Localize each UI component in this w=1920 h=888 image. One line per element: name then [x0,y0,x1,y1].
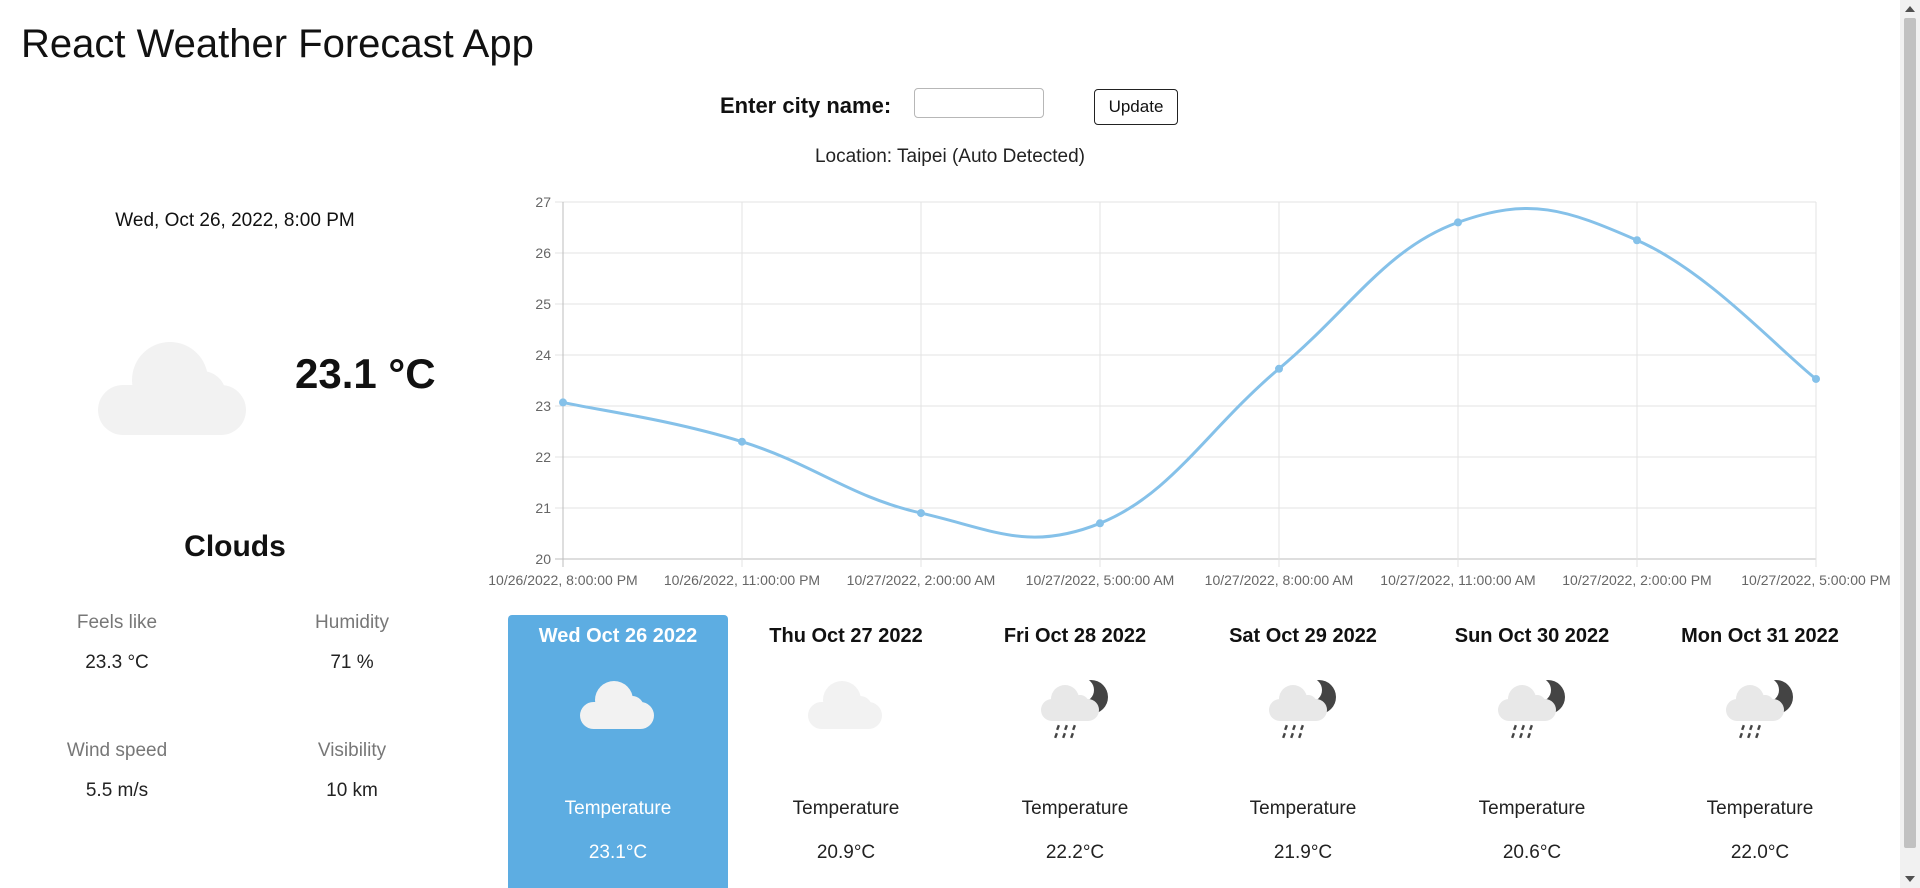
forecast-temperature-label: Temperature [1478,798,1586,819]
forecast-temperature-label: Temperature [1706,798,1814,819]
forecast-temperature-value: 22.0°C [1730,842,1790,863]
temperature-data-point [1633,236,1641,245]
cloud-icon [806,675,886,736]
temperature-data-point [738,437,746,446]
temperature-chart: 20 21 22 23 24 25 26 27 10/26/2022, 8:00:00 PM 10… [0,0,1900,605]
temperature-data-point [1275,364,1283,373]
stat-value: 71 % [330,652,374,673]
forecast-day-card[interactable]: Mon Oct 31 2022 Temperature 22.0°C [1650,615,1870,888]
forecast-temperature-value: 20.6°C [1502,842,1562,863]
night-rain-icon [1492,675,1572,750]
forecast-temperature-value: 22.2°C [1045,842,1105,863]
temperature-data-point [1454,218,1462,227]
x-tick-label: 10/27/2022, 8:00:00 AM [1205,572,1354,588]
forecast-temperature-label: Temperature [792,798,900,819]
stat-label: Wind speed [66,740,168,761]
y-tick-label: 23 [535,398,551,414]
x-tick-label: 10/26/2022, 11:00:00 PM [664,572,820,588]
y-tick-label: 24 [535,347,551,363]
x-tick-label: 10/27/2022, 11:00:00 AM [1380,572,1535,588]
x-tick-label: 10/26/2022, 8:00:00 PM [488,572,637,588]
stat-value: 10 km [326,780,378,801]
scroll-up-arrow-icon[interactable] [1905,6,1915,12]
forecast-temperature-value: 23.1°C [588,842,648,863]
forecast-day-title: Sat Oct 29 2022 [1229,625,1377,647]
forecast-day-title: Thu Oct 27 2022 [769,625,923,647]
temperature-data-point [559,398,567,407]
forecast-day-title: Mon Oct 31 2022 [1681,625,1839,647]
forecast-day-card[interactable]: Wed Oct 26 2022 Temperature 23.1°C [508,615,728,888]
vertical-scrollbar[interactable] [1900,0,1920,888]
forecast-day-title: Sun Oct 30 2022 [1454,625,1610,647]
forecast-temperature-label: Temperature [1249,798,1357,819]
stat-value: 23.3 °C [85,652,149,673]
temperature-data-point [1812,374,1820,383]
stat-label: Humidity [315,612,389,633]
forecast-day-card[interactable]: Sat Oct 29 2022 Temperature 21.9°C [1193,615,1413,888]
forecast-temperature-label: Temperature [1021,798,1129,819]
x-tick-label: 10/27/2022, 2:00:00 PM [1562,572,1711,588]
x-tick-label: 10/27/2022, 2:00:00 AM [847,572,996,588]
x-tick-label: 10/27/2022, 5:00:00 PM [1741,572,1890,588]
feels-like-stat: Feels like 23.3 °C [47,612,187,674]
forecast-temperature-label: Temperature [564,798,672,819]
stat-label: Visibility [317,740,387,761]
x-tick-label: 10/27/2022, 5:00:00 AM [1026,572,1175,588]
temperature-series-line [562,207,1817,539]
humidity-stat: Humidity 71 % [282,612,422,674]
stat-label: Feels like [76,612,158,633]
forecast-day-card[interactable]: Thu Oct 27 2022 Temperature 20.9°C [736,615,956,888]
forecast-day-card[interactable]: Sun Oct 30 2022 Temperature 20.6°C [1422,615,1642,888]
scrollbar-thumb[interactable] [1904,18,1916,848]
y-tick-label: 22 [535,449,551,465]
temperature-line-chart: 20 21 22 23 24 25 26 27 10/26/2022, 8:00:00 PM 10… [488,194,1890,588]
cloud-icon [578,675,658,736]
forecast-temperature-value: 21.9°C [1273,842,1333,863]
forecast-day-card[interactable]: Fri Oct 28 2022 Temperature 22.2°C [965,615,1185,888]
y-tick-label: 25 [535,296,551,312]
temperature-data-point [1096,519,1104,528]
night-rain-icon [1035,675,1115,750]
temperature-data-point [917,509,925,518]
scroll-down-arrow-icon[interactable] [1905,876,1915,882]
forecast-day-title: Fri Oct 28 2022 [1003,625,1147,647]
y-tick-label: 21 [535,500,551,516]
stat-value: 5.5 m/s [85,780,149,801]
night-rain-icon [1720,675,1800,750]
night-rain-icon [1263,675,1343,750]
forecast-temperature-value: 20.9°C [816,842,876,863]
y-tick-label: 26 [535,245,551,261]
visibility-stat: Visibility 10 km [282,740,422,802]
forecast-day-title: Wed Oct 26 2022 [538,625,698,647]
y-tick-label: 27 [535,194,551,210]
y-tick-label: 20 [535,551,551,567]
wind-speed-stat: Wind speed 5.5 m/s [47,740,187,802]
